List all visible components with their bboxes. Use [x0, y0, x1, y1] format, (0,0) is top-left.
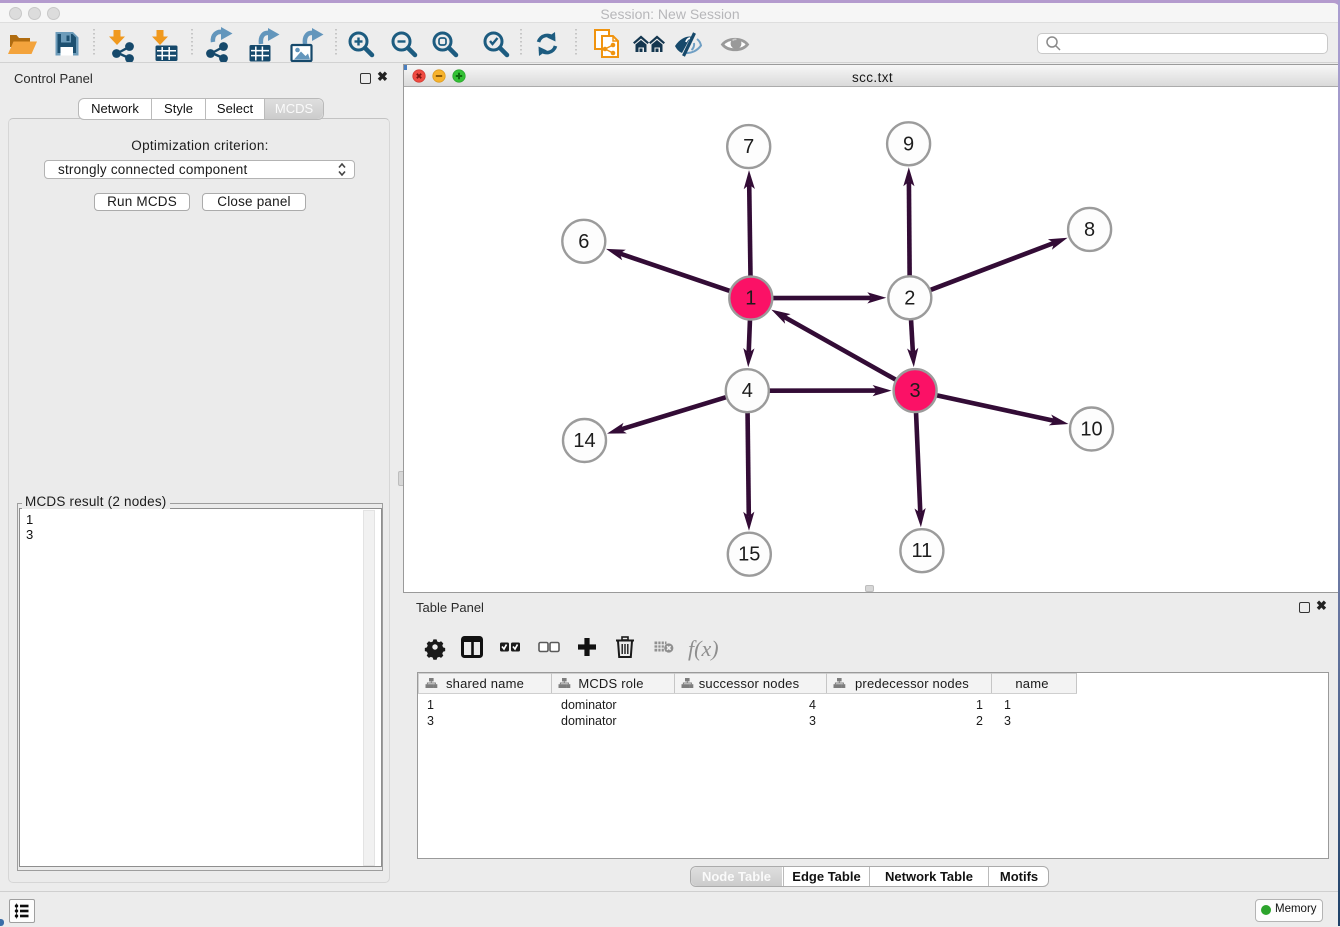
svg-text:2: 2	[976, 714, 983, 728]
svg-text:4: 4	[809, 698, 816, 712]
svg-text:1: 1	[1004, 698, 1011, 712]
svg-text:8: 8	[1084, 219, 1095, 241]
svg-text:9: 9	[903, 133, 914, 155]
svg-text:successor nodes: successor nodes	[699, 676, 800, 691]
svg-text:7: 7	[743, 136, 754, 158]
svg-text:MCDS role: MCDS role	[578, 676, 643, 691]
svg-text:11: 11	[912, 540, 933, 562]
svg-text:6: 6	[578, 231, 589, 253]
svg-text:3: 3	[1004, 714, 1011, 728]
svg-text:dominator: dominator	[561, 714, 617, 728]
svg-text:name: name	[1015, 676, 1048, 691]
svg-text:f(x): f(x)	[688, 636, 719, 661]
svg-text:3: 3	[427, 714, 434, 728]
svg-text:1: 1	[427, 698, 434, 712]
svg-text:predecessor nodes: predecessor nodes	[855, 676, 969, 691]
svg-text:10: 10	[1080, 419, 1102, 441]
svg-text:15: 15	[738, 544, 760, 566]
svg-text:3: 3	[809, 714, 816, 728]
svg-text:2: 2	[904, 287, 915, 309]
svg-text:shared name: shared name	[446, 676, 524, 691]
svg-text:4: 4	[742, 380, 753, 402]
svg-text:14: 14	[573, 430, 595, 452]
svg-text:1: 1	[976, 698, 983, 712]
svg-text:3: 3	[910, 380, 921, 402]
svg-text:1: 1	[745, 288, 756, 310]
svg-text:dominator: dominator	[561, 698, 617, 712]
